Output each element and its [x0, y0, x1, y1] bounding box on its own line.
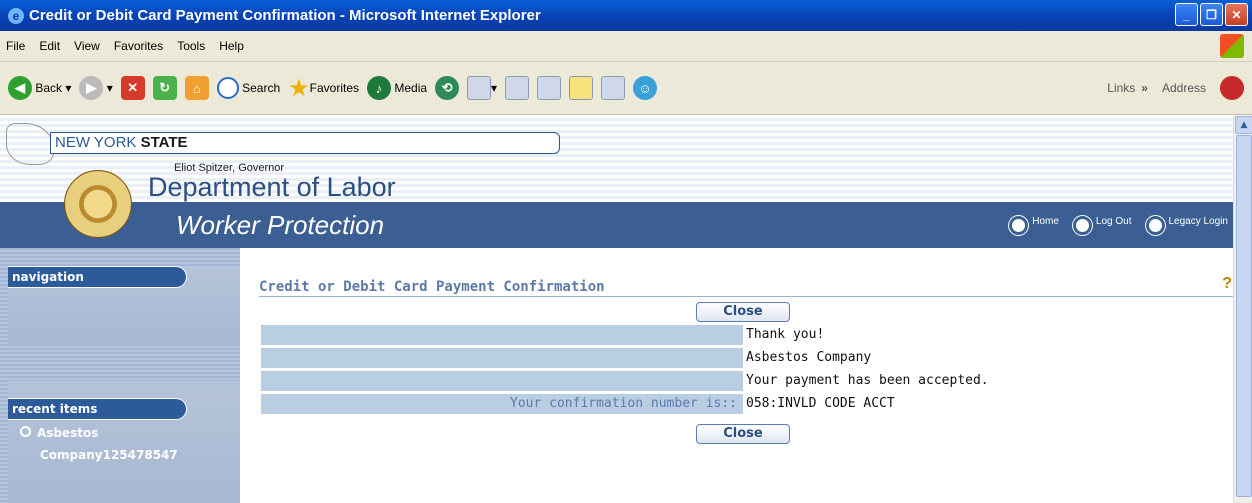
home-icon: ⌂: [184, 76, 209, 100]
ie-icon: e: [8, 7, 24, 24]
logout-bullet-icon: [1072, 216, 1092, 235]
search-icon: [216, 77, 239, 99]
history-icon: ⟲: [435, 76, 460, 100]
new-york-state-label: NEW YORK STATE: [50, 132, 560, 154]
radio-bullet-icon: [20, 426, 31, 437]
refresh-icon: ↻: [152, 76, 177, 100]
minimize-button[interactable]: _: [1175, 3, 1198, 26]
star-icon: ★: [288, 74, 310, 102]
back-arrow-icon: ◀: [8, 76, 32, 100]
address-label[interactable]: Address: [1162, 81, 1206, 95]
menu-file[interactable]: File: [6, 39, 25, 53]
menu-help[interactable]: Help: [219, 39, 244, 53]
main-panel: Credit or Debit Card Payment Confirmatio…: [240, 248, 1234, 503]
table-row: Thank you!: [261, 325, 1024, 345]
menu-view[interactable]: View: [74, 39, 100, 53]
table-row: Asbestos Company: [261, 348, 1024, 368]
refresh-button[interactable]: ↻: [152, 76, 177, 100]
forward-button[interactable]: ▶ ▾: [79, 76, 113, 100]
menu-edit[interactable]: Edit: [39, 39, 60, 53]
vertical-scrollbar[interactable]: ▲: [1233, 115, 1252, 503]
print-icon: [505, 76, 530, 100]
stop-button[interactable]: ✕: [120, 76, 145, 100]
scroll-thumb[interactable]: [1236, 135, 1252, 497]
recent-item-link[interactable]: Asbestos: [20, 426, 98, 440]
window-title: Credit or Debit Card Payment Confirmatio…: [29, 7, 541, 24]
window-title-bar: e Credit or Debit Card Payment Confirmat…: [0, 0, 1252, 31]
forward-arrow-icon: ▶: [79, 76, 104, 100]
navigation-header: navigation: [8, 266, 187, 288]
ny-map-icon: [6, 123, 54, 165]
confirmation-number: 058:INVLD CODE ACCT: [746, 396, 895, 411]
confirmation-label: Your confirmation number is::: [261, 394, 743, 414]
legacy-bullet-icon: [1145, 216, 1165, 235]
note-icon: [569, 76, 594, 100]
maximize-button[interactable]: ❐: [1200, 3, 1223, 26]
menu-bar: File Edit View Favorites Tools Help: [0, 31, 1252, 62]
media-button[interactable]: ♪ Media: [367, 76, 427, 100]
page-content: NEW YORK STATE Eliot Spitzer, Governor D…: [0, 115, 1234, 503]
home-button[interactable]: ⌂: [184, 76, 209, 100]
help-icon[interactable]: ?: [1222, 275, 1232, 293]
media-icon: ♪: [367, 76, 391, 100]
state-seal-logo: [64, 170, 132, 238]
home-link[interactable]: Home: [1009, 216, 1059, 235]
search-label: Search: [242, 81, 281, 95]
department-title: Department of Labor: [148, 172, 396, 202]
table-row: Your confirmation number is:: 058:INVLD C…: [261, 394, 1024, 414]
legacy-login-link[interactable]: Legacy Login: [1145, 216, 1228, 235]
media-label: Media: [394, 81, 428, 95]
sidebar: navigation recent items Asbestos Company…: [0, 248, 240, 503]
close-button-top[interactable]: Close: [696, 302, 790, 322]
links-chevron[interactable]: »: [1141, 81, 1148, 95]
back-button[interactable]: ◀ Back ▾: [8, 76, 71, 100]
research-icon: [601, 76, 626, 100]
close-button-bottom[interactable]: Close: [696, 424, 790, 444]
recent-item-link-line2[interactable]: Company125478547: [40, 448, 178, 462]
table-row: Your payment has been accepted.: [261, 371, 1024, 391]
home-bullet-icon: [1009, 216, 1029, 235]
site-subtitle: Worker Protection: [176, 210, 385, 240]
header-banner: NEW YORK STATE Eliot Spitzer, Governor D…: [0, 115, 1234, 202]
discuss-button[interactable]: [569, 76, 594, 100]
edit-button[interactable]: [537, 76, 562, 100]
page-title: Credit or Debit Card Payment Confirmatio…: [259, 279, 605, 295]
browser-toolbar: ◀ Back ▾ ▶ ▾ ✕ ↻ ⌂ Search ★ Favorites ♪ M…: [0, 62, 1252, 115]
history-button[interactable]: ⟲: [435, 76, 460, 100]
pdf-icon[interactable]: [1220, 76, 1244, 100]
messenger-button[interactable]: ☺: [633, 76, 658, 100]
back-label: Back: [35, 81, 63, 95]
logout-link[interactable]: Log Out: [1072, 216, 1132, 235]
edit-icon: [537, 76, 562, 100]
favorites-button[interactable]: ★ Favorites: [288, 74, 359, 103]
research-button[interactable]: [601, 76, 626, 100]
close-window-button[interactable]: ✕: [1225, 3, 1248, 26]
scroll-up-icon[interactable]: ▲: [1235, 116, 1252, 134]
menu-favorites[interactable]: Favorites: [114, 39, 163, 53]
title-divider: [259, 296, 1234, 297]
site-title-bar: Worker Protection Home Log Out Legacy Lo…: [0, 202, 1234, 248]
recent-items-header: recent items: [8, 398, 187, 420]
search-button[interactable]: Search: [216, 77, 281, 99]
links-label[interactable]: Links: [1107, 81, 1135, 95]
messenger-icon: ☺: [633, 76, 658, 100]
menu-tools[interactable]: Tools: [177, 39, 205, 53]
stop-icon: ✕: [120, 76, 145, 100]
mail-icon: [467, 76, 492, 100]
mail-button[interactable]: ▾: [467, 76, 497, 100]
print-button[interactable]: [505, 76, 530, 100]
windows-logo-icon: [1220, 34, 1244, 58]
favorites-label: Favorites: [309, 81, 359, 95]
